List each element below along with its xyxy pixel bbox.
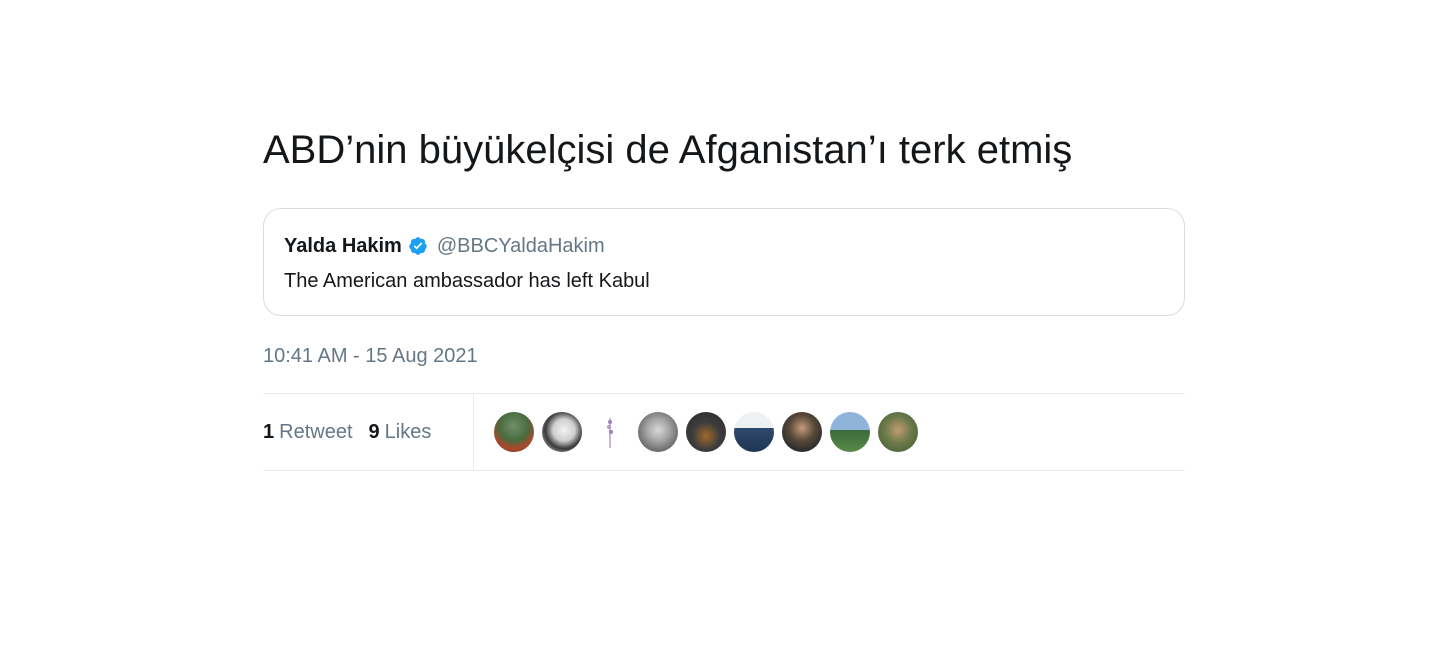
liker-avatar[interactable] bbox=[494, 412, 534, 452]
liker-avatar[interactable] bbox=[734, 412, 774, 452]
likes-label: Likes bbox=[384, 420, 432, 443]
retweets-count-link[interactable]: 1 Retweet bbox=[263, 421, 353, 444]
verified-badge-icon bbox=[408, 236, 428, 256]
retweets-label: Retweet bbox=[279, 420, 353, 443]
quoted-author-handle[interactable]: @BBCYaldaHakim bbox=[437, 235, 605, 258]
likes-count: 9 bbox=[368, 420, 380, 443]
liker-avatar[interactable] bbox=[542, 412, 582, 452]
liker-avatar[interactable] bbox=[782, 412, 822, 452]
quoted-tweet-card[interactable]: Yalda Hakim @BBCYaldaHakim The American … bbox=[263, 208, 1185, 316]
quoted-tweet-header: Yalda Hakim @BBCYaldaHakim bbox=[284, 234, 1164, 258]
tweet-text: ABD’nin büyükelçisi de Afganistan’ı terk… bbox=[263, 128, 1073, 172]
engagement-counts: 1 Retweet 9 Likes bbox=[263, 394, 474, 470]
liker-avatars bbox=[474, 394, 926, 470]
liker-avatar[interactable] bbox=[830, 412, 870, 452]
liker-avatar[interactable] bbox=[638, 412, 678, 452]
liker-avatar[interactable] bbox=[686, 412, 726, 452]
liker-avatar[interactable] bbox=[590, 412, 630, 452]
quoted-author-name[interactable]: Yalda Hakim bbox=[284, 235, 402, 258]
tweet: ABD’nin büyükelçisi de Afganistan’ı terk… bbox=[263, 126, 1185, 471]
tweet-stats-bar: 1 Retweet 9 Likes bbox=[263, 393, 1185, 471]
quoted-tweet-text: The American ambassador has left Kabul bbox=[284, 270, 650, 292]
tweet-timestamp[interactable]: 10:41 AM - 15 Aug 2021 bbox=[263, 344, 478, 368]
likes-count-link[interactable]: 9 Likes bbox=[369, 421, 432, 444]
retweets-count: 1 bbox=[263, 420, 275, 443]
liker-avatar[interactable] bbox=[878, 412, 918, 452]
